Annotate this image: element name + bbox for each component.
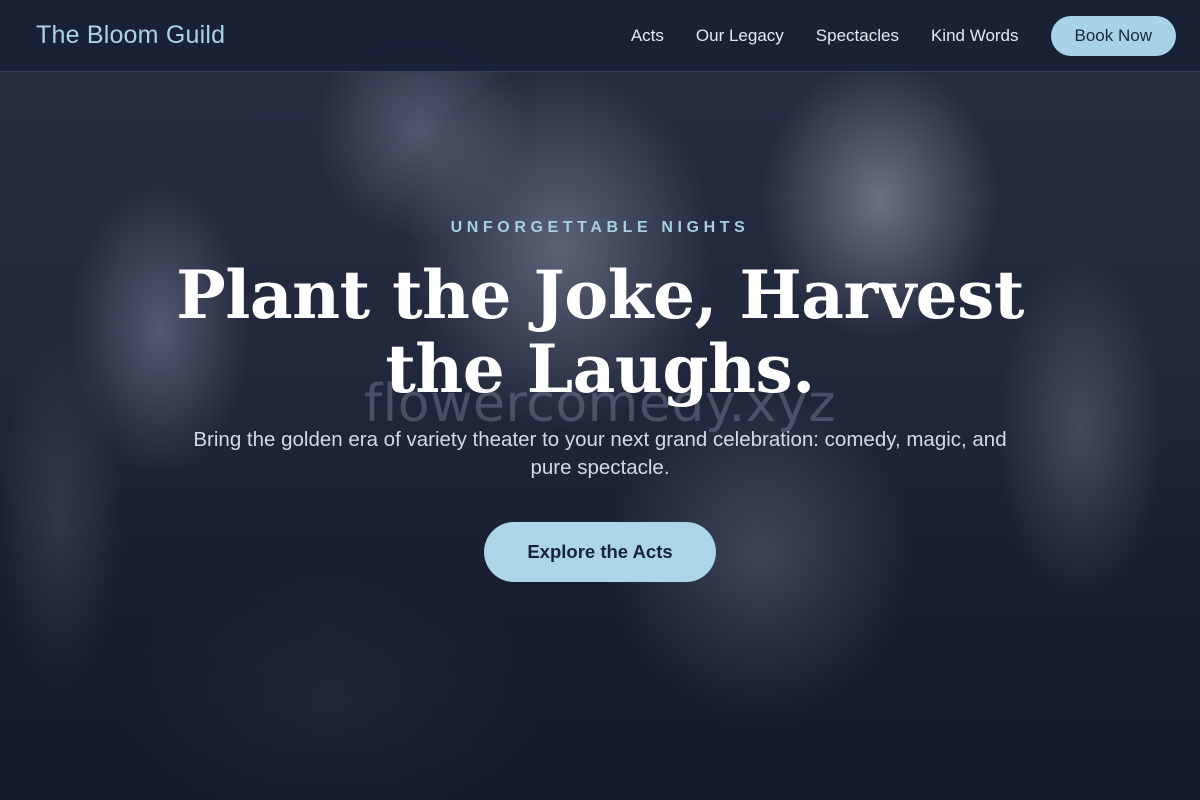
nav-link-our-legacy[interactable]: Our Legacy: [696, 26, 784, 46]
site-header: The Bloom Guild Acts Our Legacy Spectacl…: [0, 0, 1200, 72]
nav-link-kind-words[interactable]: Kind Words: [931, 26, 1019, 46]
nav-link-acts[interactable]: Acts: [631, 26, 664, 46]
book-now-button[interactable]: Book Now: [1050, 16, 1176, 56]
nav-link-spectacles[interactable]: Spectacles: [816, 26, 899, 46]
main-nav: Acts Our Legacy Spectacles Kind Words Bo…: [631, 16, 1176, 56]
hero-subtitle: Bring the golden era of variety theater …: [193, 428, 1007, 479]
hero-kicker: UNFORGETTABLE NIGHTS: [450, 219, 750, 236]
hero-headline-line-2: the Laughs.: [385, 330, 815, 408]
landing-page: The Bloom Guild Acts Our Legacy Spectacl…: [0, 0, 1200, 800]
hero-headline-line-1: Plant the Joke, Harvest: [176, 256, 1024, 334]
explore-acts-button[interactable]: Explore the Acts: [484, 522, 716, 582]
hero-headline: Plant the Joke, Harvest the Laughs.: [150, 258, 1050, 406]
brand-logo-text[interactable]: The Bloom Guild: [36, 21, 225, 50]
